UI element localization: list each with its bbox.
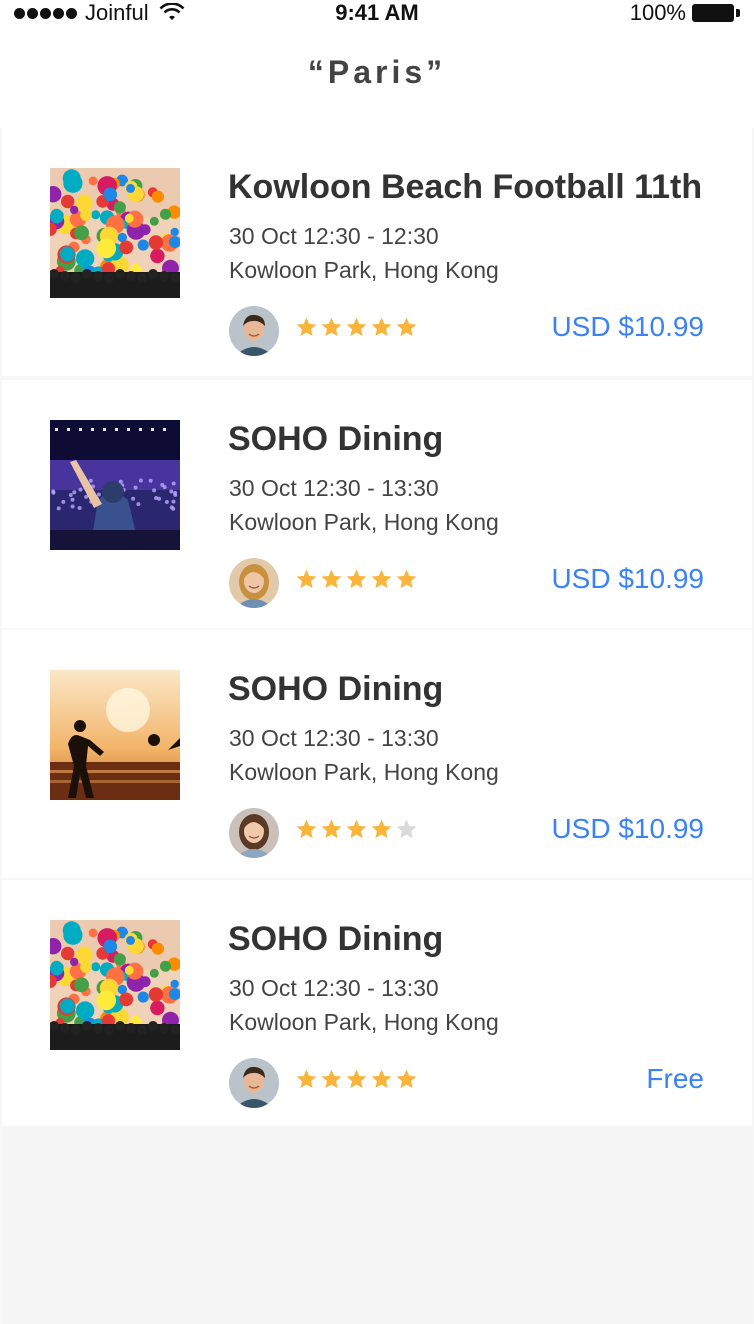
page-title: “Paris” [307,54,447,90]
battery-icon [692,4,742,22]
header: “Paris” [0,26,754,128]
event-thumbnail[interactable] [50,168,180,298]
event-photo-image [50,168,180,298]
event-card[interactable]: SOHO Dining 30 Oct 12:30 - 13:30 Kowloon… [2,630,752,878]
event-location: Kowloon Park, Hong Kong [229,509,499,535]
star-filled-icon [371,1069,392,1089]
battery-percent: 100% [629,0,686,25]
star-filled-icon [346,569,367,589]
status-bar: Joinful 9:41 AM 100% [0,0,754,26]
star-filled-icon [396,569,417,589]
star-filled-icon [371,569,392,589]
event-thumbnail[interactable] [50,420,180,550]
star-filled-icon [296,317,317,337]
user-portrait-image [229,558,279,608]
event-location: Kowloon Park, Hong Kong [229,759,499,785]
event-title[interactable]: SOHO Dining [228,420,443,459]
event-title[interactable]: SOHO Dining [228,920,443,959]
event-price: USD $10.99 [551,311,704,342]
event-thumbnail[interactable] [50,670,180,800]
event-title[interactable]: SOHO Dining [228,670,443,709]
star-filled-icon [296,819,317,839]
star-filled-icon [396,317,417,337]
star-filled-icon [296,569,317,589]
star-filled-icon [321,569,342,589]
event-date: 30 Oct 12:30 - 13:30 [229,475,439,501]
user-portrait-image [229,1058,279,1108]
star-filled-icon [371,819,392,839]
event-price: Free [646,1063,704,1094]
event-photo-image [50,670,180,800]
user-portrait-image [229,306,279,356]
star-filled-icon [321,819,342,839]
star-filled-icon [371,317,392,337]
event-title[interactable]: Kowloon Beach Football 11th [228,168,702,207]
star-filled-icon [346,1069,367,1089]
event-photo-image [50,920,180,1050]
event-location: Kowloon Park, Hong Kong [229,1009,499,1035]
star-filled-icon [346,317,367,337]
event-price: USD $10.99 [551,813,704,844]
event-photo-image [50,420,180,550]
host-avatar[interactable] [229,1058,279,1108]
host-avatar[interactable] [229,306,279,356]
event-card[interactable]: SOHO Dining 30 Oct 12:30 - 13:30 Kowloon… [2,880,752,1128]
star-rating [295,568,418,598]
event-thumbnail[interactable] [50,920,180,1050]
star-rating [295,1068,418,1098]
star-filled-icon [396,1069,417,1089]
event-card[interactable]: Kowloon Beach Football 11th 30 Oct 12:30… [2,128,752,376]
empty-background [2,1126,752,1324]
status-right: 100% [630,0,742,26]
star-filled-icon [321,317,342,337]
host-avatar[interactable] [229,808,279,858]
star-filled-icon [346,819,367,839]
star-filled-icon [296,1069,317,1089]
host-avatar[interactable] [229,558,279,608]
event-location: Kowloon Park, Hong Kong [229,257,499,283]
screen: Joinful 9:41 AM 100% “Paris” Kowloon Bea… [0,0,754,1324]
event-date: 30 Oct 12:30 - 13:30 [229,975,439,1001]
star-rating [295,316,418,346]
star-empty-icon [396,819,417,839]
star-filled-icon [321,1069,342,1089]
event-date: 30 Oct 12:30 - 12:30 [229,223,439,249]
event-price: USD $10.99 [551,563,704,594]
event-date: 30 Oct 12:30 - 13:30 [229,725,439,751]
event-card[interactable]: SOHO Dining 30 Oct 12:30 - 13:30 Kowloon… [2,380,752,628]
star-rating [295,818,418,848]
user-portrait-image [229,808,279,858]
